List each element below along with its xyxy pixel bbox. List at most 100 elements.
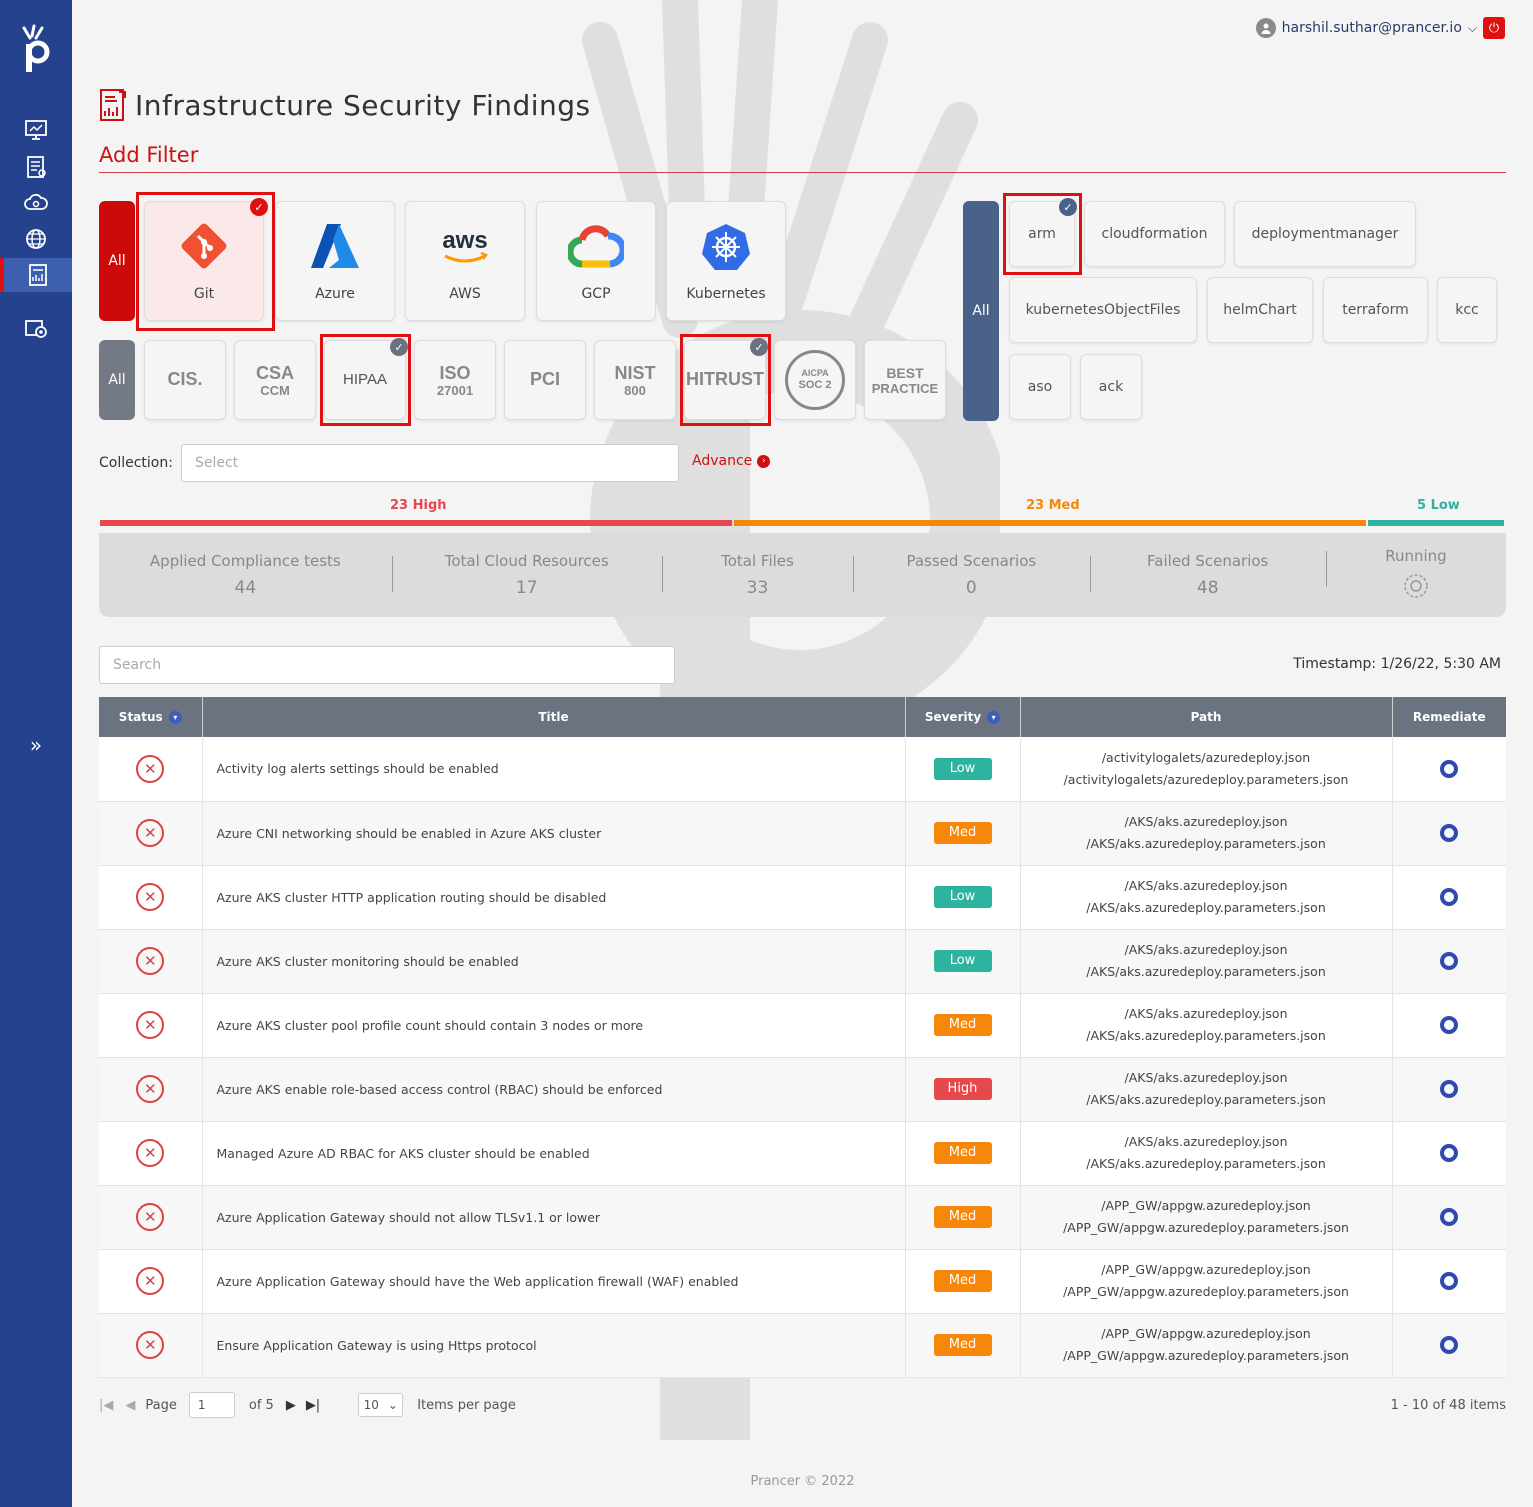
remediate-cell[interactable] bbox=[1392, 737, 1506, 802]
status-column-header[interactable]: Status ▾ bbox=[99, 697, 203, 737]
remediate-cell[interactable] bbox=[1392, 801, 1506, 866]
remediate-radio-icon[interactable] bbox=[1440, 1336, 1459, 1354]
collection-filter: Collection: Select bbox=[99, 444, 679, 482]
compliance-soc2-tile[interactable]: AICPA SOC 2 bbox=[774, 340, 856, 420]
page-number-input[interactable]: 1 bbox=[188, 1392, 235, 1418]
table-row[interactable]: ✕ Azure Application Gateway should not al… bbox=[99, 1185, 1506, 1250]
severity-header-label[interactable]: Severity bbox=[925, 710, 981, 724]
chevron-down-icon[interactable]: ⌄ bbox=[388, 1398, 398, 1412]
title-cell[interactable]: Activity log alerts settings should be e… bbox=[202, 737, 906, 802]
provider-azure-tile[interactable]: Azure bbox=[275, 201, 395, 321]
remediate-radio-icon[interactable] bbox=[1440, 1144, 1459, 1162]
remediate-radio-icon[interactable] bbox=[1440, 1016, 1459, 1034]
remediate-cell[interactable] bbox=[1392, 1313, 1506, 1378]
table-row[interactable]: ✕ Azure Application Gateway should have t… bbox=[99, 1249, 1506, 1314]
logout-power-icon[interactable]: ⏻ bbox=[1483, 17, 1505, 39]
table-row[interactable]: ✕ Azure AKS cluster HTTP application rout… bbox=[99, 865, 1506, 930]
template-deploymentmanager[interactable]: deploymentmanager bbox=[1234, 201, 1416, 267]
remediate-radio-icon[interactable] bbox=[1440, 952, 1459, 970]
status-filter-chevron-icon[interactable]: ▾ bbox=[168, 710, 182, 724]
table-row[interactable]: ✕ Azure AKS cluster pool profile count sh… bbox=[99, 993, 1506, 1058]
user-menu[interactable]: harshil.suthar@prancer.io ⌵ ⏻ bbox=[1255, 16, 1505, 40]
advance-label[interactable]: Advance bbox=[692, 453, 752, 469]
title-cell[interactable]: Azure AKS cluster monitoring should be e… bbox=[202, 929, 906, 994]
remediate-radio-icon[interactable] bbox=[1440, 888, 1459, 906]
findings-nav-icon[interactable] bbox=[0, 258, 72, 292]
remediate-radio-icon[interactable] bbox=[1440, 759, 1459, 778]
remediate-cell[interactable] bbox=[1392, 1121, 1506, 1186]
compliance-nist-tile[interactable]: NIST 800 bbox=[594, 340, 676, 420]
remediate-cell[interactable] bbox=[1392, 1185, 1506, 1250]
template-kcc[interactable]: kcc bbox=[1437, 277, 1497, 343]
title-cell[interactable]: Ensure Application Gateway is using Http… bbox=[202, 1313, 906, 1378]
compliance-cis-tile[interactable]: CIS. bbox=[144, 340, 226, 420]
compliance-csa-ccm-tile[interactable]: CSA CCM bbox=[234, 340, 316, 420]
title-cell[interactable]: Azure AKS enable role-based access contr… bbox=[202, 1057, 906, 1122]
template-ack[interactable]: ack bbox=[1080, 354, 1142, 420]
remediate-column-header[interactable]: Remediate bbox=[1392, 697, 1506, 737]
user-email[interactable]: harshil.suthar@prancer.io bbox=[1282, 20, 1462, 36]
provider-all-button[interactable]: All bbox=[99, 201, 135, 321]
title-cell[interactable]: Azure Application Gateway should have th… bbox=[202, 1249, 906, 1314]
globe-nav-icon[interactable] bbox=[0, 222, 72, 256]
compliance-iso-tile[interactable]: ISO 27001 bbox=[414, 340, 496, 420]
next-page-icon[interactable]: ▶ bbox=[286, 1398, 296, 1413]
remediate-cell[interactable] bbox=[1392, 1057, 1506, 1122]
template-aso[interactable]: aso bbox=[1009, 354, 1071, 420]
first-page-icon[interactable]: |◀ bbox=[99, 1398, 113, 1413]
title-cell[interactable]: Azure CNI networking should be enabled i… bbox=[202, 801, 906, 866]
path-json: /activitylogalets/azuredeploy.json bbox=[1101, 749, 1311, 765]
remediate-radio-icon[interactable] bbox=[1440, 1272, 1459, 1290]
title-cell[interactable]: Azure AKS cluster HTTP application routi… bbox=[202, 865, 906, 930]
table-row[interactable]: ✕ Azure CNI networking should be enabled … bbox=[99, 801, 1506, 866]
severity-low-count: 5 Low bbox=[1417, 498, 1460, 513]
template-kubernetesobjectfiles[interactable]: kubernetesObjectFiles bbox=[1009, 277, 1197, 343]
items-per-page-select[interactable]: 10 ⌄ bbox=[358, 1393, 404, 1417]
compliance-pci-tile[interactable]: PCI bbox=[504, 340, 586, 420]
search-input[interactable]: Search bbox=[99, 646, 675, 684]
per-page-value[interactable]: 10 bbox=[364, 1398, 379, 1412]
reports-nav-icon[interactable] bbox=[0, 150, 72, 184]
title-cell[interactable]: Azure AKS cluster pool profile count sho… bbox=[202, 993, 906, 1058]
template-terraform[interactable]: terraform bbox=[1323, 277, 1428, 343]
expand-sidebar-icon[interactable]: » bbox=[0, 728, 72, 762]
advance-link[interactable]: Advance › bbox=[692, 453, 771, 469]
table-row[interactable]: ✕ Managed Azure AD RBAC for AKS cluster s… bbox=[99, 1121, 1506, 1186]
status-header-label[interactable]: Status bbox=[119, 710, 163, 724]
template-cloudformation[interactable]: cloudformation bbox=[1084, 201, 1225, 267]
table-row[interactable]: ✕ Activity log alerts settings should be … bbox=[99, 737, 1506, 802]
severity-filter-chevron-icon[interactable]: ▾ bbox=[987, 710, 1001, 724]
provider-aws-tile[interactable]: aws AWS bbox=[405, 201, 525, 321]
title-cell[interactable]: Managed Azure AD RBAC for AKS cluster sh… bbox=[202, 1121, 906, 1186]
template-helmchart[interactable]: helmChart bbox=[1207, 277, 1313, 343]
table-row[interactable]: ✕ Azure AKS cluster monitoring should be … bbox=[99, 929, 1506, 994]
remediate-radio-icon[interactable] bbox=[1440, 1208, 1459, 1226]
remediate-radio-icon[interactable] bbox=[1440, 824, 1459, 842]
prancer-logo[interactable] bbox=[18, 24, 54, 74]
provider-gcp-tile[interactable]: GCP bbox=[536, 201, 656, 321]
title-column-header[interactable]: Title bbox=[202, 697, 906, 737]
template-all-button[interactable]: All bbox=[963, 201, 999, 421]
remediate-cell[interactable] bbox=[1392, 929, 1506, 994]
remediate-cell[interactable] bbox=[1392, 1249, 1506, 1314]
title-cell[interactable]: Azure Application Gateway should not all… bbox=[202, 1185, 906, 1250]
chevron-right-icon[interactable]: › bbox=[757, 454, 771, 468]
compliance-best-practice-tile[interactable]: BEST PRACTICE bbox=[864, 340, 946, 420]
table-row[interactable]: ✕ Ensure Application Gateway is using Htt… bbox=[99, 1313, 1506, 1378]
cloud-nav-icon[interactable] bbox=[0, 186, 72, 220]
collection-select[interactable]: Select bbox=[180, 444, 679, 482]
dashboard-nav-icon[interactable] bbox=[0, 113, 72, 147]
compliance-all-button[interactable]: All bbox=[99, 340, 135, 420]
table-row[interactable]: ✕ Azure AKS enable role-based access cont… bbox=[99, 1057, 1506, 1122]
chevron-down-icon[interactable]: ⌵ bbox=[1468, 21, 1477, 36]
provider-kubernetes-tile[interactable]: Kubernetes bbox=[666, 201, 786, 321]
prev-page-icon[interactable]: ◀ bbox=[125, 1398, 135, 1413]
path-column-header[interactable]: Path bbox=[1020, 697, 1393, 737]
stat-value: 17 bbox=[515, 578, 538, 598]
remediate-cell[interactable] bbox=[1392, 865, 1506, 930]
remediate-cell[interactable] bbox=[1392, 993, 1506, 1058]
severity-column-header[interactable]: Severity ▾ bbox=[905, 697, 1021, 737]
settings-nav-icon[interactable] bbox=[0, 312, 72, 346]
remediate-radio-icon[interactable] bbox=[1440, 1080, 1459, 1098]
last-page-icon[interactable]: ▶| bbox=[306, 1398, 320, 1413]
